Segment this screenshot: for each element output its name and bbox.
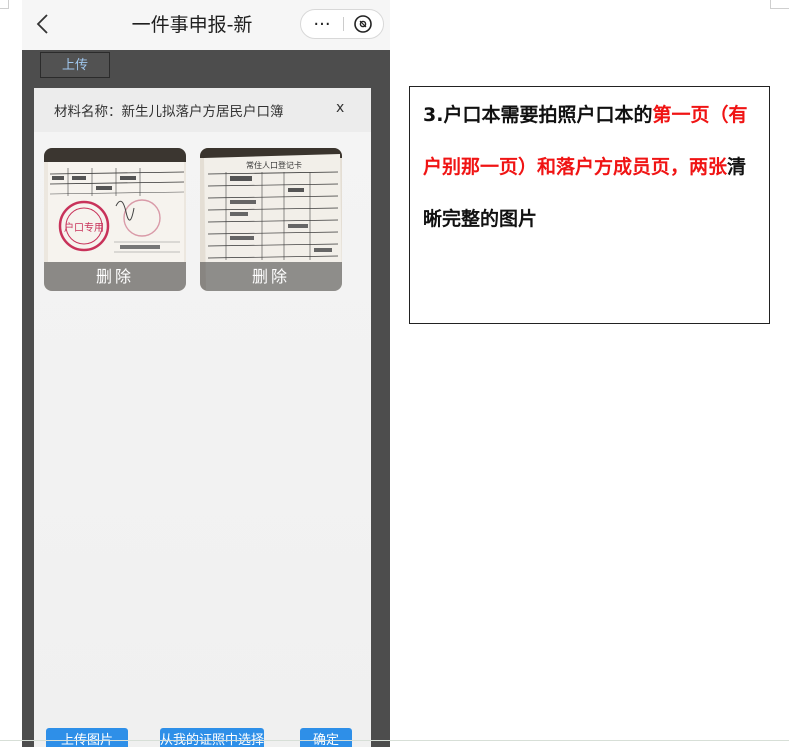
material-modal: 材料名称：新生儿拟落户方居民户口簿 x 户口专用 删除 常住人口登记卡 删除 <box>34 88 371 747</box>
uploaded-image-thumbnail[interactable]: 常住人口登记卡 删除 <box>200 148 342 291</box>
delete-image-button[interactable]: 删除 <box>200 262 342 291</box>
corner-mark <box>0 0 9 9</box>
more-menu-button[interactable]: ··· <box>301 10 343 38</box>
screenshot-frame: 一件事申报-新 ··· 上传 材料名称：新生儿拟落户方居民户口簿 x 户口专用 … <box>0 0 789 747</box>
confirm-button[interactable]: 确定 <box>300 728 352 747</box>
corner-mark <box>770 0 789 9</box>
capsule-divider <box>343 17 344 31</box>
delete-image-button[interactable]: 删除 <box>44 262 186 291</box>
modal-title: 材料名称：新生儿拟落户方居民户口簿 <box>54 104 284 120</box>
uploaded-image-thumbnail[interactable]: 户口专用 删除 <box>44 148 186 291</box>
close-program-icon[interactable] <box>347 13 379 35</box>
modal-header: 材料名称：新生儿拟落户方居民户口簿 x <box>34 88 371 132</box>
stamp-text: 户口专用 <box>64 221 104 234</box>
modal-close-button[interactable]: x <box>336 100 344 116</box>
phone-screen: 一件事申报-新 ··· 上传 材料名称：新生儿拟落户方居民户口簿 x 户口专用 … <box>22 0 390 747</box>
back-chevron-icon[interactable] <box>32 12 56 36</box>
bottom-divider <box>0 740 789 741</box>
page-title: 一件事申报-新 <box>131 14 253 36</box>
upload-image-button[interactable]: 上传图片 <box>46 728 128 747</box>
mini-program-capsule: ··· <box>300 9 384 39</box>
instruction-segment-black: 3.户口本需要拍照户口本的 <box>423 104 653 126</box>
doc-title: 常住人口登记卡 <box>246 160 302 170</box>
instruction-box: 3.户口本需要拍照户口本的第一页（有户别那一页）和落户方成员页，两张清晰完整的图… <box>409 86 770 324</box>
navbar: 一件事申报-新 ··· <box>22 0 390 50</box>
instruction-text: 3.户口本需要拍照户口本的第一页（有户别那一页）和落户方成员页，两张清晰完整的图… <box>423 89 757 245</box>
upload-button[interactable]: 上传 <box>40 52 110 78</box>
choose-from-licenses-button[interactable]: 从我的证照中选择 <box>160 728 264 747</box>
